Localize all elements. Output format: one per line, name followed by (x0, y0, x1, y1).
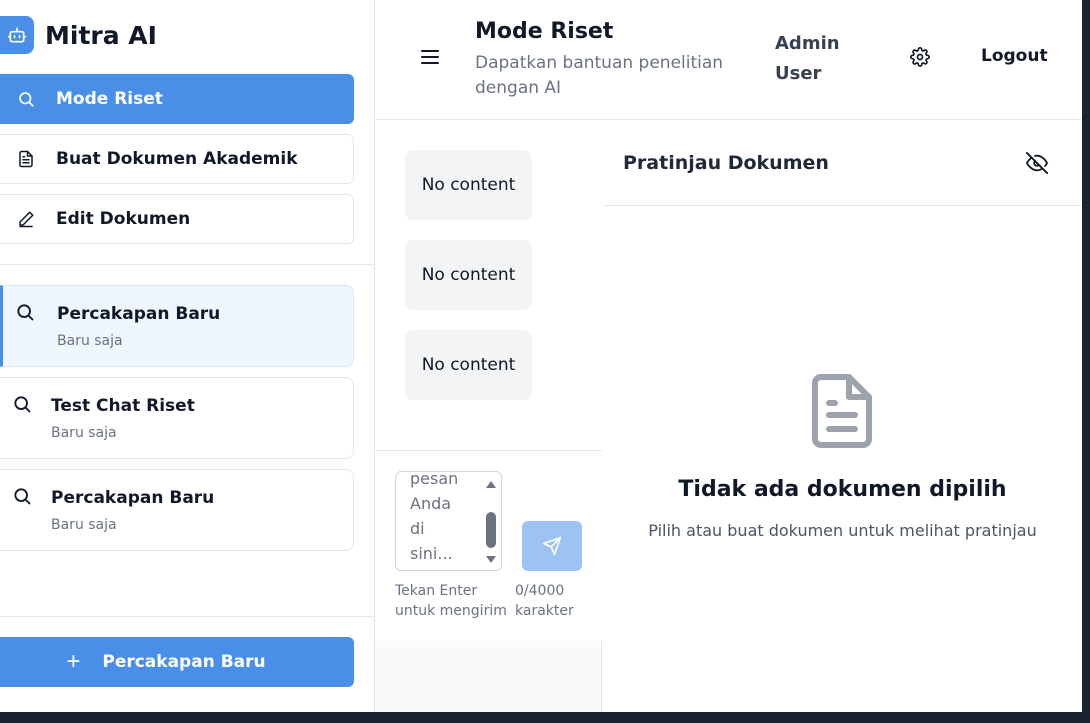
sidebar: Mitra AI Mode Riset Buat Dokumen Akademi… (0, 0, 375, 712)
send-button[interactable] (522, 521, 582, 571)
document-preview: Pratinjau Dokumen Tidak ada dokumen dipi… (603, 121, 1082, 712)
chat-item[interactable]: Percakapan Baru Baru saja (0, 469, 354, 551)
message-input-placeholder: pesan Anda di sini... (410, 471, 459, 563)
app-window: Mitra AI Mode Riset Buat Dokumen Akademi… (0, 0, 1082, 712)
chat-time: Baru saja (51, 517, 117, 533)
search-icon (12, 394, 32, 414)
search-icon (16, 89, 36, 109)
document-icon (809, 373, 875, 449)
hamburger-menu-icon[interactable] (419, 47, 441, 67)
gear-icon[interactable] (910, 47, 930, 67)
nav-buat-dokumen[interactable]: Buat Dokumen Akademik (0, 134, 354, 184)
send-icon (542, 536, 562, 556)
new-chat-label: Percakapan Baru (102, 652, 266, 672)
preview-title: Pratinjau Dokumen (623, 152, 829, 174)
chat-title: Test Chat Riset (51, 396, 195, 416)
chat-item[interactable]: Percakapan Baru Baru saja (0, 285, 354, 367)
nav-mode-riset[interactable]: Mode Riset (0, 74, 354, 124)
chat-title: Percakapan Baru (51, 488, 215, 508)
chat-panel: No content No content No content pesan A… (375, 121, 602, 712)
message-bubble: No content (405, 330, 532, 400)
character-counter: 0/4000 karakter (515, 583, 574, 619)
empty-state-title: Tidak ada dokumen dipilih (678, 477, 1007, 502)
logout-button[interactable]: Logout (981, 46, 1048, 66)
nav-label: Buat Dokumen Akademik (56, 149, 298, 169)
chat-title: Percakapan Baru (57, 304, 221, 324)
eye-off-icon[interactable] (1026, 152, 1048, 174)
nav-label: Edit Dokumen (56, 209, 191, 229)
chat-item[interactable]: Test Chat Riset Baru saja (0, 377, 354, 459)
app-title: Mitra AI (45, 20, 157, 50)
document-icon (16, 149, 36, 169)
new-chat-button[interactable]: + Percakapan Baru (0, 637, 354, 687)
message-input[interactable]: pesan Anda di sini... (395, 471, 502, 571)
sidebar-divider (0, 616, 375, 617)
nav-label: Mode Riset (56, 89, 163, 109)
header: Mode Riset Dapatkan bantuan penelitian d… (375, 0, 1082, 120)
send-hint: Tekan Enter untuk mengirim (395, 583, 507, 619)
user-name: Admin User (775, 33, 840, 84)
page-title: Mode Riset (475, 19, 614, 44)
plus-icon: + (66, 648, 81, 675)
message-bubble: No content (405, 150, 532, 220)
sidebar-divider (0, 264, 375, 265)
empty-state-subtitle: Pilih atau buat dokumen untuk melihat pr… (648, 521, 1037, 540)
message-list: No content No content No content (375, 121, 602, 451)
nav-edit-dokumen[interactable]: Edit Dokumen (0, 194, 354, 244)
page-subtitle: Dapatkan bantuan penelitian dengan AI (475, 53, 724, 98)
message-bubble: No content (405, 240, 532, 310)
brand: Mitra AI (0, 14, 157, 56)
pencil-icon (16, 209, 36, 229)
search-icon (15, 302, 35, 322)
textarea-scrollbar[interactable] (485, 478, 497, 566)
robot-icon (0, 16, 34, 54)
composer: pesan Anda di sini... Tekan Enter untuk … (375, 451, 602, 641)
search-icon (12, 486, 32, 506)
preview-header: Pratinjau Dokumen (603, 121, 1082, 206)
chat-time: Baru saja (57, 333, 123, 349)
chat-time: Baru saja (51, 425, 117, 441)
